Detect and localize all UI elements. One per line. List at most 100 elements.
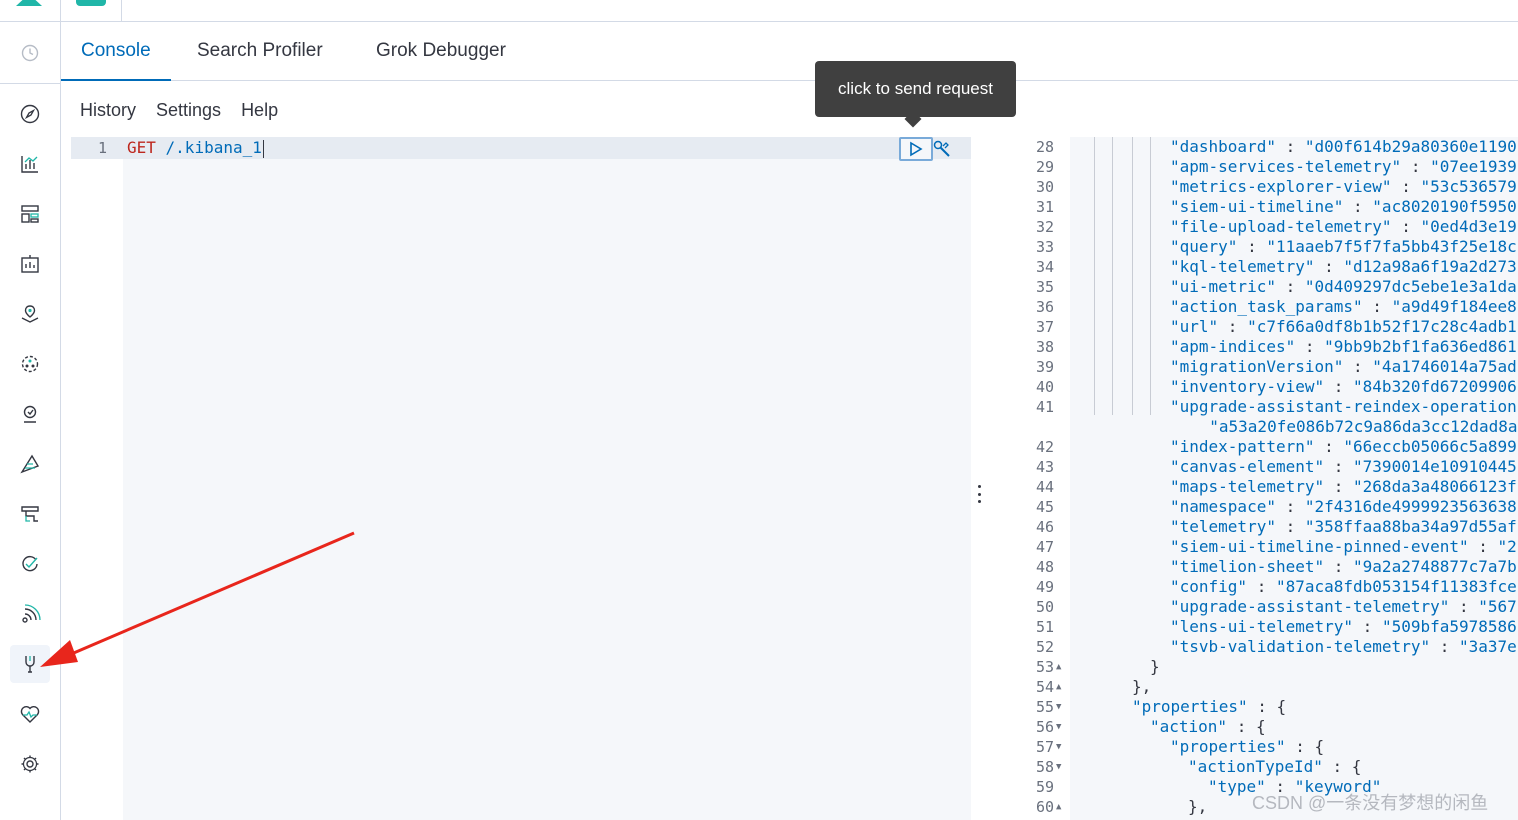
output-line-number: 36 <box>1035 298 1054 316</box>
apm-icon <box>21 506 39 522</box>
output-line: 57 ▼ "properties" : { <box>988 737 1518 757</box>
nav-logs[interactable] <box>10 445 50 483</box>
nav-dev-tools[interactable] <box>10 645 50 683</box>
nav-visualize[interactable] <box>10 145 50 183</box>
kibana-logo-icon[interactable] <box>14 0 44 6</box>
output-line: 31 "siem-ui-timeline" : "ac8020190f5950 <box>988 197 1518 217</box>
fold-down-icon[interactable]: ▼ <box>1056 737 1066 757</box>
output-line-text: "inventory-view" : "84b320fd67209906 <box>1170 377 1517 396</box>
nav-ml[interactable] <box>10 345 50 383</box>
nav-dashboard[interactable] <box>10 195 50 233</box>
nav-maps[interactable] <box>10 295 50 333</box>
nav-monitoring[interactable] <box>10 695 50 733</box>
request-path: /.kibana_1 <box>155 138 262 157</box>
output-line-text: "timelion-sheet" : "9a2a2748877c7a7b <box>1170 557 1517 576</box>
clock-icon <box>21 44 39 61</box>
output-line-number: 37 <box>1035 318 1054 336</box>
output-line-number: 45 <box>1035 498 1054 516</box>
output-line: 39 "migrationVersion" : "4a1746014a75ad <box>988 357 1518 377</box>
output-line: 30 "metrics-explorer-view" : "53c536579 <box>988 177 1518 197</box>
output-line-text: "upgrade-assistant-reindex-operation <box>1170 397 1517 416</box>
output-line-number: 35 <box>1035 278 1054 296</box>
play-icon <box>910 141 923 157</box>
output-line: 51 "lens-ui-telemetry" : "509bfa5978586 <box>988 617 1518 637</box>
output-line-text: }, <box>1132 677 1152 696</box>
send-request-button[interactable] <box>899 137 933 161</box>
output-line-number: 29 <box>1035 158 1054 176</box>
metrics-icon <box>22 604 41 623</box>
fold-down-icon[interactable]: ▼ <box>1056 717 1066 737</box>
output-line: 58 ▼ "actionTypeId" : { <box>988 757 1518 777</box>
output-line-text: "dashboard" : "d00f614b29a80360e1190 <box>1170 137 1517 156</box>
settings-link[interactable]: Settings <box>156 100 221 128</box>
recently-viewed-button[interactable] <box>0 22 60 84</box>
tab-grok-debugger[interactable]: Grok Debugger <box>356 22 526 81</box>
nav-canvas[interactable] <box>10 245 50 283</box>
tab-search-profiler[interactable]: Search Profiler <box>177 22 343 81</box>
output-line-number: 48 <box>1035 558 1054 576</box>
text-cursor <box>262 139 264 158</box>
resizer-handle-icon[interactable] <box>978 485 981 503</box>
output-line-text: "action_task_params" : "a9d49f184ee8 <box>1170 297 1517 316</box>
output-line-text: } <box>1150 657 1160 676</box>
request-editor[interactable]: 1 GET /.kibana_1 <box>71 137 971 820</box>
output-line-text: "siem-ui-timeline-pinned-event" : "2 <box>1170 537 1517 556</box>
request-options-button[interactable] <box>932 138 952 160</box>
output-line-text: "index-pattern" : "66eccb05066c5a899 <box>1170 437 1517 456</box>
ml-icon <box>21 355 39 373</box>
fold-down-icon[interactable]: ▼ <box>1056 697 1066 717</box>
nav-metrics[interactable] <box>10 595 50 633</box>
output-line-text: "actionTypeId" : { <box>1188 757 1362 776</box>
nav-discover[interactable] <box>10 95 50 133</box>
dashboard-icon <box>21 205 39 223</box>
output-line: "a53a20fe086b72c9a86da3cc12dad8a6", <box>988 417 1518 437</box>
space-avatar[interactable] <box>76 0 106 6</box>
output-line: 28 "dashboard" : "d00f614b29a80360e1190 <box>988 137 1518 157</box>
output-line-text: "telemetry" : "358ffaa88ba34a97d55af <box>1170 517 1517 536</box>
nav-siem[interactable] <box>10 395 50 433</box>
output-line: 43 "canvas-element" : "7390014e10910445 <box>988 457 1518 477</box>
output-line: 55 ▼ "properties" : { <box>988 697 1518 717</box>
uptime-icon <box>22 555 38 572</box>
output-line-number: 41 <box>1035 398 1054 416</box>
output-line: 49 "config" : "87aca8fdb053154f11383fce <box>988 577 1518 597</box>
nav-apm[interactable] <box>10 495 50 533</box>
response-output[interactable]: 28 "dashboard" : "d00f614b29a80360e1190 29… <box>988 137 1518 820</box>
output-line-text: "properties" : { <box>1170 737 1325 756</box>
output-line-text: }, <box>1188 797 1208 816</box>
fold-down-icon[interactable]: ▼ <box>1056 757 1066 777</box>
output-line-text: "properties" : { <box>1132 697 1287 716</box>
output-line: 47 "siem-ui-timeline-pinned-event" : "2 <box>988 537 1518 557</box>
nav-management[interactable] <box>10 745 50 783</box>
history-link[interactable]: History <box>80 100 136 128</box>
output-line-number: 34 <box>1035 258 1054 276</box>
output-line-text: "a53a20fe086b72c9a86da3cc12dad8a6", <box>1190 417 1518 436</box>
fold-up-icon[interactable]: ▲ <box>1056 657 1066 677</box>
output-line-number: 44 <box>1035 478 1054 496</box>
fold-up-icon[interactable]: ▲ <box>1056 677 1066 697</box>
output-line: 42 "index-pattern" : "66eccb05066c5a899 <box>988 437 1518 457</box>
output-line: 50 "upgrade-assistant-telemetry" : "567 <box>988 597 1518 617</box>
output-line-text: "config" : "87aca8fdb053154f11383fce <box>1170 577 1517 596</box>
editor-code-area[interactable] <box>123 137 971 820</box>
output-line: 52 "tsvb-validation-telemetry" : "3a37e <box>988 637 1518 657</box>
output-line-text: "action" : { <box>1150 717 1266 736</box>
request-method: GET <box>127 138 156 157</box>
output-line-number: 32 <box>1035 218 1054 236</box>
gear-icon <box>21 755 39 773</box>
nav-uptime[interactable] <box>10 545 50 583</box>
request-line[interactable]: GET /.kibana_1 <box>127 138 264 158</box>
fold-up-icon[interactable]: ▲ <box>1056 797 1066 817</box>
help-link[interactable]: Help <box>241 100 278 128</box>
output-line-text: "canvas-element" : "7390014e10910445 <box>1170 457 1517 476</box>
output-line: 36 "action_task_params" : "a9d49f184ee8 <box>988 297 1518 317</box>
output-line-text: "ui-metric" : "0d409297dc5ebe1e3a1da <box>1170 277 1517 296</box>
output-line: 29 "apm-services-telemetry" : "07ee1939f <box>988 157 1518 177</box>
tab-console[interactable]: Console <box>61 22 171 81</box>
output-line-number: 38 <box>1035 338 1054 356</box>
panel-resizer[interactable] <box>971 137 988 820</box>
editor-active-line[interactable]: 1 GET /.kibana_1 <box>71 137 971 159</box>
output-line-text: "metrics-explorer-view" : "53c536579 <box>1170 177 1517 196</box>
output-line-number: 28 <box>1035 138 1054 156</box>
output-line: 48 "timelion-sheet" : "9a2a2748877c7a7b <box>988 557 1518 577</box>
